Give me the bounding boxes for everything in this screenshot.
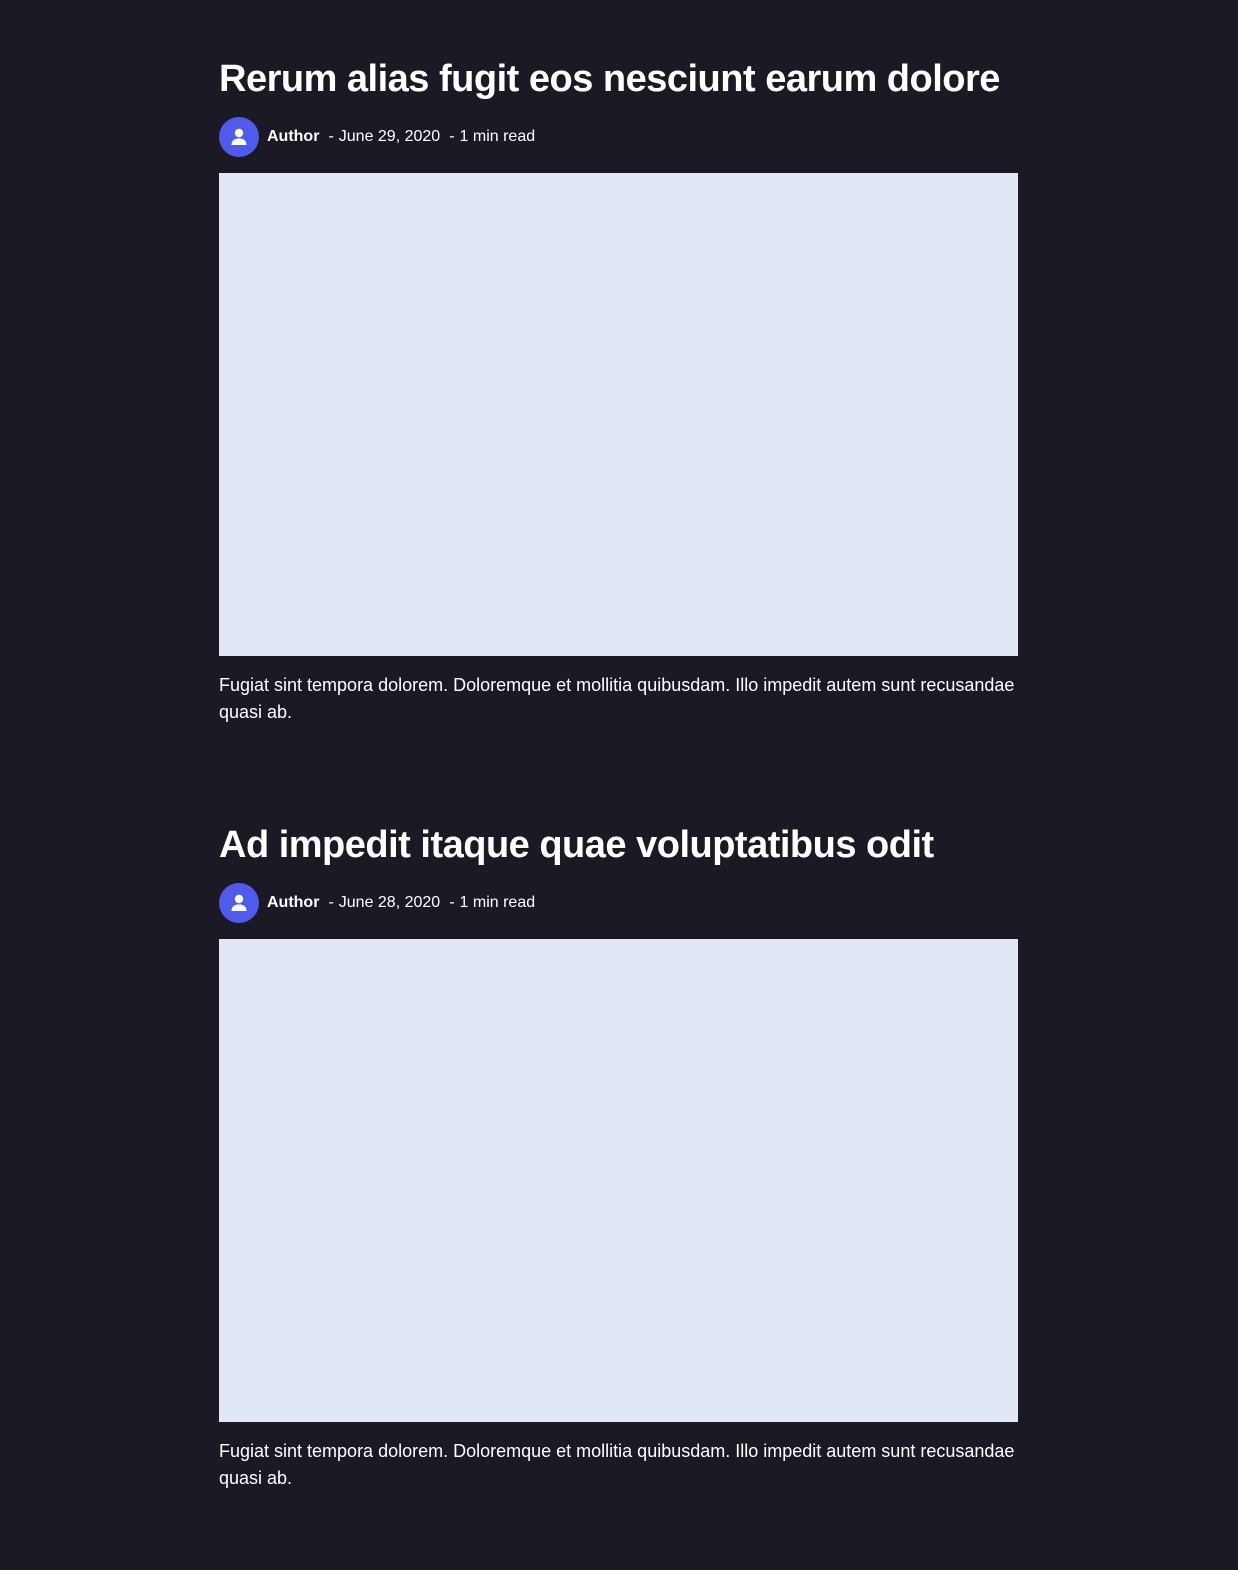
user-icon <box>231 894 247 911</box>
meta-separator: - <box>328 894 334 911</box>
read-time: 1 min read <box>459 128 536 145</box>
meta-separator: - <box>449 894 455 911</box>
meta-separator: - <box>449 128 455 145</box>
post-title[interactable]: Ad impedit itaque quae voluptatibus odit <box>219 824 1019 866</box>
post-image-placeholder[interactable] <box>219 939 1018 1422</box>
user-icon <box>231 128 247 145</box>
post-card: Rerum alias fugit eos nesciunt earum dol… <box>219 0 1019 726</box>
post-meta: Author - June 28, 2020 - 1 min read <box>219 883 1019 923</box>
post-excerpt: Fugiat sint tempora dolorem. Doloremque … <box>219 675 1015 722</box>
read-time: 1 min read <box>459 894 536 911</box>
post-date: June 29, 2020 <box>338 128 441 145</box>
post-meta: Author - June 29, 2020 - 1 min read <box>219 117 1019 157</box>
author-name[interactable]: Author <box>267 894 319 912</box>
post-title[interactable]: Rerum alias fugit eos nesciunt earum dol… <box>219 58 1019 100</box>
post-date: June 28, 2020 <box>338 894 441 911</box>
post-feed: Rerum alias fugit eos nesciunt earum dol… <box>219 0 1019 1492</box>
post-card: Ad impedit itaque quae voluptatibus odit… <box>219 726 1019 1492</box>
author-avatar[interactable] <box>219 117 259 157</box>
post-image-placeholder[interactable] <box>219 173 1018 656</box>
author-name[interactable]: Author <box>267 128 319 146</box>
author-avatar[interactable] <box>219 883 259 923</box>
post-excerpt: Fugiat sint tempora dolorem. Doloremque … <box>219 1441 1015 1488</box>
meta-separator: - <box>328 128 334 145</box>
